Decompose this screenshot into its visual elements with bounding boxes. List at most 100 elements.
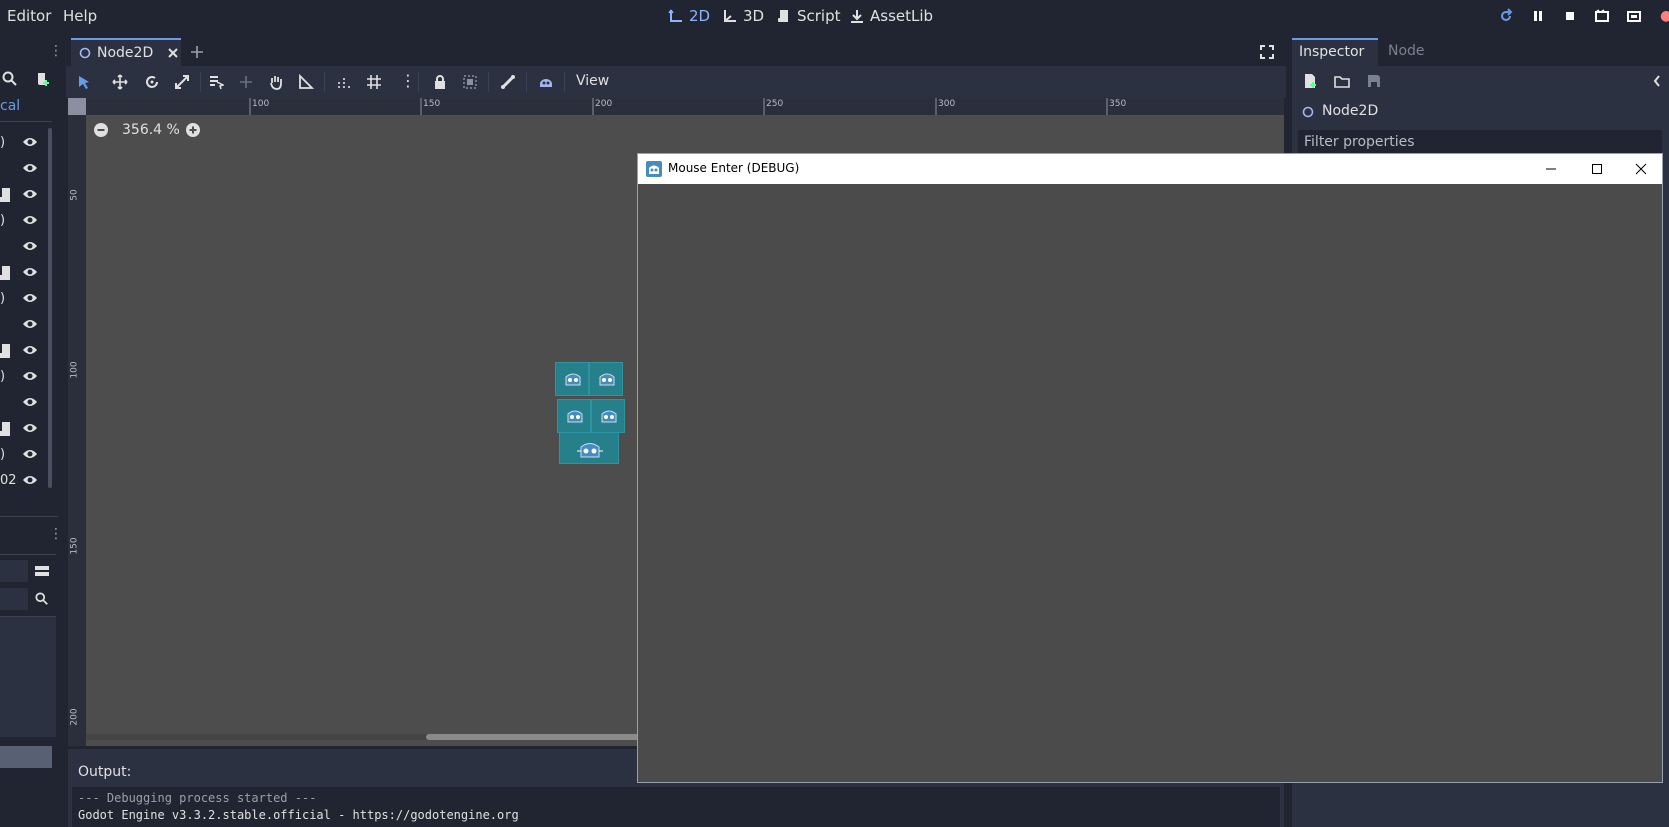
mode-assetlib-button[interactable]: AssetLib — [849, 7, 933, 25]
mode-2d-button[interactable]: 2D — [668, 7, 710, 25]
tab-node[interactable]: Node — [1388, 43, 1425, 59]
chevron-left-icon[interactable] — [1652, 73, 1662, 89]
close-window-button[interactable] — [1618, 154, 1664, 184]
row-fragment: ) — [0, 369, 6, 384]
new-resource-icon[interactable] — [1302, 73, 1318, 89]
ruler-label: 200 — [69, 708, 80, 726]
sprite-node[interactable] — [591, 399, 625, 433]
path-field[interactable] — [0, 560, 28, 582]
filesystem-menu-icon[interactable]: ⋮ — [49, 526, 63, 542]
stop-icon[interactable] — [1562, 8, 1578, 24]
script-icon[interactable] — [0, 422, 10, 436]
download-icon — [851, 10, 863, 23]
lock-icon[interactable] — [432, 74, 448, 90]
snap-options-icon[interactable]: ⋮ — [400, 71, 416, 90]
fullscreen-icon[interactable] — [1260, 45, 1274, 59]
scene-tabs-bar: Node2D — [66, 38, 1286, 66]
pivot-mode-icon[interactable] — [238, 74, 254, 90]
visibility-eye-icon[interactable] — [22, 422, 38, 434]
sprite-node-selected[interactable] — [559, 432, 619, 464]
visibility-eye-icon[interactable] — [22, 240, 38, 252]
toolbar-separator — [200, 72, 201, 92]
selected-node-label[interactable]: Node2D — [1322, 103, 1378, 119]
zoom-in-icon[interactable] — [186, 123, 200, 137]
sprite-node[interactable] — [555, 362, 589, 396]
pause-icon[interactable] — [1530, 8, 1546, 24]
rotate-mode-icon[interactable] — [144, 74, 160, 90]
visibility-eye-icon[interactable] — [22, 214, 38, 226]
zoom-out-icon[interactable] — [94, 123, 108, 137]
search-icon[interactable] — [2, 71, 18, 87]
movie-maker-icon[interactable]: ● — [1660, 8, 1669, 24]
play-custom-scene-icon[interactable] — [1626, 8, 1642, 24]
minimize-button[interactable] — [1528, 154, 1574, 184]
play-scene-icon[interactable] — [1594, 8, 1610, 24]
split-mode-icon[interactable] — [34, 563, 50, 579]
help-menu[interactable]: Help — [63, 7, 97, 25]
row-fragment: ) — [0, 135, 6, 150]
tab-inspector[interactable]: Inspector — [1292, 38, 1378, 66]
debug-game-window[interactable]: Mouse Enter (DEBUG) — [637, 153, 1663, 783]
script-icon[interactable] — [0, 344, 10, 358]
visibility-eye-icon[interactable] — [22, 370, 38, 382]
script-icon — [778, 10, 788, 22]
view-menu[interactable]: View — [576, 73, 609, 89]
tab-node2d[interactable]: Node2D — [71, 38, 181, 66]
smart-snap-icon[interactable] — [336, 74, 352, 90]
scene-tree-scrollbar[interactable] — [48, 128, 52, 488]
visibility-eye-icon[interactable] — [22, 162, 38, 174]
visibility-eye-icon[interactable] — [22, 292, 38, 304]
close-icon[interactable] — [167, 47, 179, 59]
script-icon[interactable] — [0, 188, 10, 202]
camera-override-icon[interactable] — [538, 74, 554, 90]
debug-window-titlebar[interactable]: Mouse Enter (DEBUG) — [638, 154, 1662, 184]
mode-script-button[interactable]: Script — [776, 7, 841, 25]
dock-menu-icon[interactable]: ⋮ — [49, 43, 63, 59]
grid-snap-icon[interactable] — [366, 74, 382, 90]
visibility-eye-icon[interactable] — [22, 344, 38, 356]
attach-script-icon[interactable] — [34, 71, 50, 87]
godot-logo-icon — [601, 410, 617, 423]
search-icon[interactable] — [35, 592, 49, 606]
output-title: Output: — [78, 764, 132, 780]
sprite-node[interactable] — [589, 362, 623, 396]
pan-mode-icon[interactable] — [268, 74, 284, 90]
ruler-label: 300 — [938, 99, 956, 109]
maximize-button[interactable] — [1574, 154, 1620, 184]
filesystem-selected-item[interactable] — [0, 746, 52, 768]
toolbar-separator — [418, 72, 419, 92]
local-tab-fragment[interactable]: cal — [0, 98, 20, 114]
mode-3d-button[interactable]: 3D — [722, 7, 764, 25]
scale-mode-icon[interactable] — [174, 74, 190, 90]
group-icon[interactable] — [462, 74, 478, 90]
filesystem-list[interactable] — [0, 616, 56, 737]
visibility-eye-icon[interactable] — [22, 188, 38, 200]
visibility-eye-icon[interactable] — [22, 474, 38, 486]
list-select-icon[interactable] — [208, 74, 224, 90]
mode-3d-label: 3D — [743, 7, 765, 25]
file-filter-input[interactable] — [0, 588, 28, 610]
select-mode-icon[interactable] — [76, 74, 92, 90]
visibility-eye-icon[interactable] — [22, 136, 38, 148]
open-folder-icon[interactable] — [1334, 73, 1350, 89]
sprite-node[interactable] — [557, 399, 591, 433]
add-tab-icon[interactable] — [190, 45, 204, 59]
toolbar-separator — [324, 72, 325, 92]
reload-icon[interactable] — [1498, 8, 1514, 24]
visibility-eye-icon[interactable] — [22, 448, 38, 460]
toolbar-separator — [488, 72, 489, 92]
output-log[interactable]: --- Debugging process started --- Godot … — [72, 787, 1280, 827]
debug-game-canvas[interactable] — [638, 184, 1662, 782]
visibility-eye-icon[interactable] — [22, 318, 38, 330]
script-icon[interactable] — [0, 266, 10, 280]
save-icon[interactable] — [1366, 73, 1382, 89]
zoom-reset-button[interactable]: 356.4 % — [122, 122, 180, 138]
visibility-eye-icon[interactable] — [22, 266, 38, 278]
ruler-mode-icon[interactable] — [298, 74, 314, 90]
ruler-label: 50 — [69, 189, 80, 201]
editor-menu[interactable]: Editor — [7, 7, 51, 25]
bone-icon[interactable] — [500, 74, 516, 90]
visibility-eye-icon[interactable] — [22, 396, 38, 408]
toolbar-separator — [564, 72, 565, 92]
move-mode-icon[interactable] — [112, 74, 128, 90]
